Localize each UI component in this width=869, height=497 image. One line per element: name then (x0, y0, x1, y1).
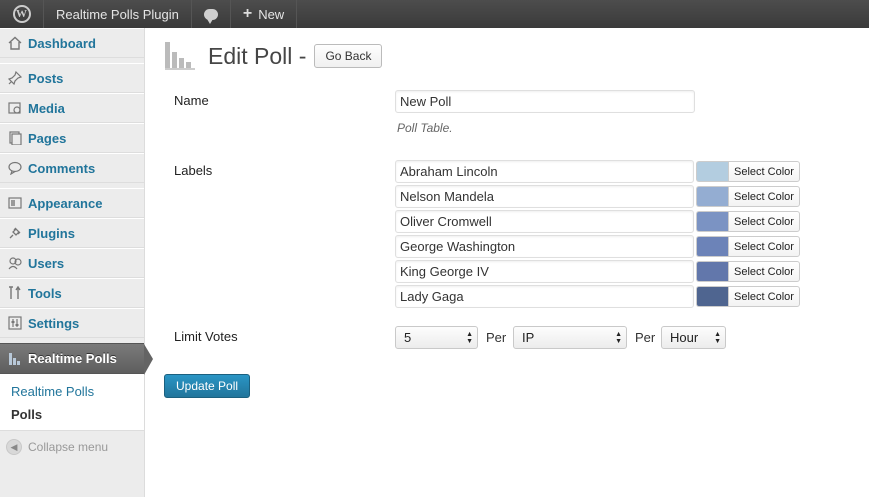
sidebar-item-dashboard[interactable]: Dashboard (0, 28, 144, 58)
color-swatch (696, 261, 728, 282)
label-input[interactable]: Nelson Mandela (395, 185, 694, 208)
submenu-item-realtime-polls[interactable]: Realtime Polls (0, 380, 144, 403)
sidebar-item-label: Realtime Polls (28, 351, 117, 366)
pin-icon (6, 70, 24, 86)
sidebar-item-label: Comments (28, 160, 96, 176)
update-poll-button[interactable]: Update Poll (164, 374, 251, 398)
labels-label: Labels (174, 163, 213, 178)
sidebar-item-label: Posts (28, 70, 64, 86)
select-color-button[interactable]: Select Color (728, 261, 800, 282)
new-content-button[interactable]: + New (231, 0, 298, 28)
submenu-item-polls[interactable]: Polls (0, 403, 144, 426)
label-input[interactable]: King George IV (395, 260, 694, 283)
plug-icon (6, 225, 24, 241)
comment-bubble-icon (203, 8, 218, 24)
sidebar-item-appearance[interactable]: Appearance (0, 188, 144, 218)
pages-icon (6, 130, 24, 146)
sidebar-item-pages[interactable]: Pages (0, 123, 144, 153)
select-arrows-icon: ▲ ▼ (615, 331, 622, 345)
sidebar-item-label: Pages (28, 130, 67, 146)
select-color-button[interactable]: Select Color (728, 236, 800, 257)
select-color-button[interactable]: Select Color (728, 161, 800, 182)
select-color-button[interactable]: Select Color (728, 286, 800, 307)
color-swatch (696, 211, 728, 232)
poll-chart-icon (165, 42, 195, 70)
poll-chart-icon (6, 351, 24, 367)
sidebar-item-comments[interactable]: Comments (0, 153, 144, 183)
color-swatch (696, 236, 728, 257)
go-back-button[interactable]: Go Back (314, 44, 383, 68)
sidebar-item-tools[interactable]: Tools (0, 278, 144, 308)
page-title: Edit Poll - (208, 42, 307, 69)
sidebar-item-label: Media (28, 100, 65, 116)
collapse-menu-label: Collapse menu (28, 440, 109, 454)
select-color-button[interactable]: Select Color (728, 211, 800, 232)
limit-by-select[interactable]: IP ▲ ▼ (513, 326, 627, 349)
limit-count-value: 5 (404, 330, 412, 345)
name-label: Name (174, 93, 209, 108)
comments-button[interactable] (192, 0, 231, 28)
realtime-polls-submenu: Realtime Polls Polls (0, 374, 144, 431)
main-content: Edit Poll - Go Back Name New Poll Poll T… (145, 28, 869, 497)
sidebar-item-posts[interactable]: Posts (0, 63, 144, 93)
sidebar-item-label: Dashboard (28, 35, 96, 51)
new-label: New (258, 6, 285, 22)
limit-period-value: Hour (670, 330, 699, 345)
sidebar-item-label: Appearance (28, 195, 103, 211)
sidebar-item-realtime-polls[interactable]: Realtime Polls (0, 343, 153, 375)
site-name-link[interactable]: Realtime Polls Plugin (44, 0, 192, 28)
sidebar-item-label: Plugins (28, 225, 75, 241)
per-label: Per (486, 330, 507, 345)
comment-icon (6, 160, 24, 176)
poll-name-input[interactable]: New Poll (395, 90, 695, 113)
dashboard-icon (6, 35, 24, 51)
color-swatch (696, 186, 728, 207)
sidebar-item-label: Tools (28, 285, 62, 301)
label-input[interactable]: Oliver Cromwell (395, 210, 694, 233)
color-swatch (696, 161, 728, 182)
sidebar-item-label: Users (28, 255, 65, 271)
limit-count-select[interactable]: 5 ▲ ▼ (395, 326, 478, 349)
tools-icon (6, 285, 24, 301)
appearance-icon (6, 195, 24, 211)
plus-icon: + (242, 5, 253, 22)
page-header: Edit Poll - Go Back (165, 42, 383, 70)
per-label: Per (635, 330, 656, 345)
limit-period-select[interactable]: Hour ▲ ▼ (661, 326, 726, 349)
admin-bar: W Realtime Polls Plugin + New (0, 0, 869, 28)
users-icon (6, 255, 24, 271)
collapse-menu-button[interactable]: ◀ Collapse menu (0, 431, 144, 455)
wordpress-logo-icon: W (12, 5, 31, 23)
media-icon (6, 100, 24, 116)
settings-icon (6, 315, 24, 331)
label-input[interactable]: Abraham Lincoln (395, 160, 694, 183)
select-color-button[interactable]: Select Color (728, 186, 800, 207)
color-swatch (696, 286, 728, 307)
collapse-arrow-icon: ◀ (6, 439, 22, 455)
admin-sidebar: Dashboard Posts Media Pages Comments App… (0, 28, 153, 497)
wordpress-logo-button[interactable]: W (0, 0, 44, 28)
sidebar-item-plugins[interactable]: Plugins (0, 218, 144, 248)
sidebar-item-label: Settings (28, 315, 80, 331)
limit-votes-label: Limit Votes (174, 329, 238, 344)
sidebar-item-media[interactable]: Media (0, 93, 144, 123)
sidebar-item-users[interactable]: Users (0, 248, 144, 278)
label-input[interactable]: George Washington (395, 235, 694, 258)
limit-by-value: IP (522, 330, 535, 345)
select-arrows-icon: ▲ ▼ (714, 331, 721, 345)
select-arrows-icon: ▲ ▼ (466, 331, 473, 345)
name-description: Poll Table. (397, 121, 453, 135)
label-input[interactable]: Lady Gaga (395, 285, 694, 308)
sidebar-item-settings[interactable]: Settings (0, 308, 144, 338)
